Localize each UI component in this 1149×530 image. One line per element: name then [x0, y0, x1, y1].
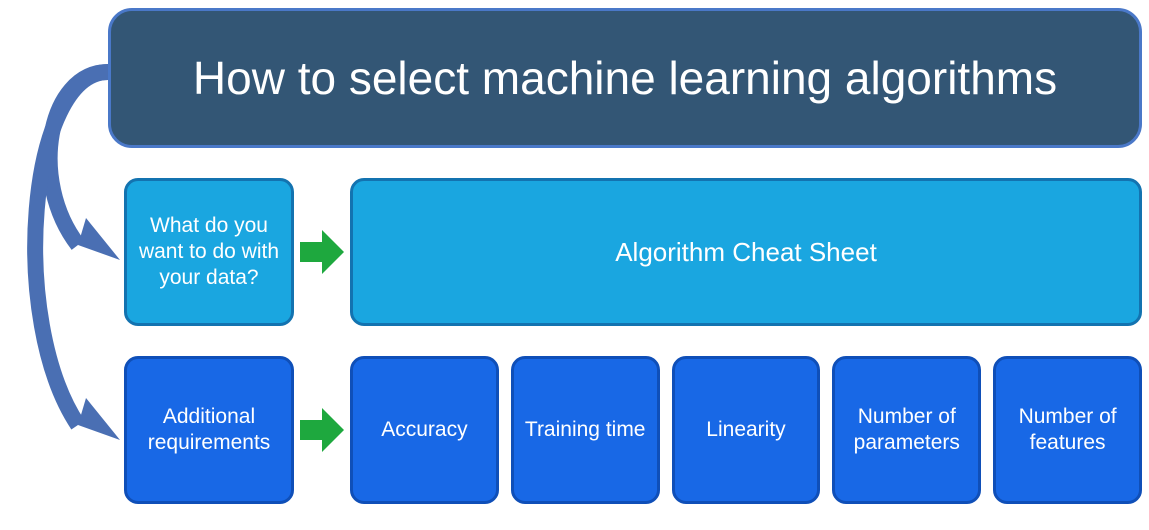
arrow-gap-2	[294, 356, 350, 504]
requirements-label-text: Additional requirements	[135, 404, 283, 457]
question-box: What do you want to do with your data?	[124, 178, 294, 326]
req-item-text: Number of parameters	[843, 404, 970, 457]
req-item-text: Accuracy	[381, 417, 467, 443]
row-requirements: Additional requirements Accuracy Trainin…	[124, 356, 1142, 504]
req-item: Number of parameters	[832, 356, 981, 504]
req-item: Training time	[511, 356, 660, 504]
req-item-text: Number of features	[1004, 404, 1131, 457]
green-arrow-icon	[300, 230, 344, 274]
req-item: Accuracy	[350, 356, 499, 504]
req-item: Linearity	[672, 356, 821, 504]
req-item: Number of features	[993, 356, 1142, 504]
title-box: How to select machine learning algorithm…	[108, 8, 1142, 148]
row-question: What do you want to do with your data? A…	[124, 178, 1142, 326]
cheat-sheet-box: Algorithm Cheat Sheet	[350, 178, 1142, 326]
requirements-label-box: Additional requirements	[124, 356, 294, 504]
question-text: What do you want to do with your data?	[137, 213, 281, 292]
req-item-text: Linearity	[706, 417, 785, 443]
req-item-text: Training time	[525, 417, 646, 443]
cheat-sheet-text: Algorithm Cheat Sheet	[615, 237, 877, 268]
arrow-gap-1	[294, 178, 350, 326]
title-text: How to select machine learning algorithm…	[193, 51, 1057, 105]
green-arrow-icon	[300, 408, 344, 452]
